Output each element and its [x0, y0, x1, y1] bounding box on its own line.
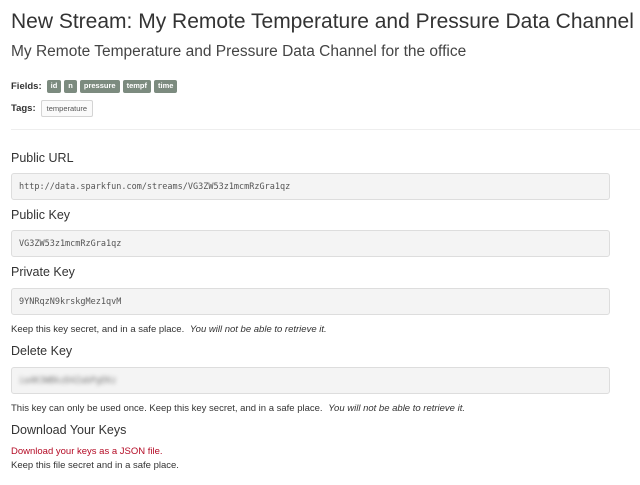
- private-key-field[interactable]: 9YNRqzN9krskgMez1qvM: [11, 288, 610, 315]
- delete-key-value: ia4K3WBkzD4ZabPgEKz: [19, 375, 117, 386]
- public-url-label: Public URL: [11, 151, 74, 165]
- private-key-warning: You will not be able to retrieve it.: [189, 324, 327, 335]
- private-key-label: Private Key: [11, 265, 75, 279]
- field-badge-pressure: pressure: [79, 80, 120, 93]
- delete-key-note: This key can only be used once. Keep thi…: [11, 403, 465, 414]
- download-keys-heading: Download Your Keys: [11, 423, 127, 437]
- delete-key-warning: You will not be able to retrieve it.: [328, 403, 465, 414]
- tag-temperature: temperature: [40, 100, 94, 117]
- public-key-label: Public Key: [11, 208, 71, 222]
- download-json-link[interactable]: Download your keys as a JSON file: [11, 446, 160, 457]
- download-link-line: Download your keys as a JSON file.: [11, 446, 163, 457]
- field-badge-tempf: tempf: [122, 80, 151, 93]
- download-note: Keep this file secret and in a safe plac…: [11, 460, 179, 471]
- fields-row: Fields: id n pressure tempf time: [11, 80, 178, 93]
- page-title: New Stream: My Remote Temperature and Pr…: [11, 10, 634, 33]
- new-stream-page: New Stream: My Remote Temperature and Pr…: [0, 0, 640, 485]
- delete-key-label: Delete Key: [11, 344, 73, 358]
- delete-key-note-text: This key can only be used once. Keep thi…: [11, 403, 323, 414]
- public-key-field[interactable]: VG3ZW53z1mcmRzGra1qz: [11, 230, 610, 257]
- field-badge-time: time: [154, 80, 178, 93]
- fields-label: Fields:: [11, 81, 42, 92]
- tags-label: Tags:: [11, 103, 36, 114]
- section-divider: [11, 129, 640, 130]
- tags-row: Tags: temperature: [11, 100, 94, 117]
- field-badge-n: n: [64, 80, 77, 93]
- stream-description: My Remote Temperature and Pressure Data …: [11, 43, 467, 60]
- delete-key-field[interactable]: ia4K3WBkzD4ZabPgEKz: [11, 367, 610, 394]
- field-badge-id: id: [46, 80, 62, 93]
- download-link-suffix: .: [159, 446, 163, 457]
- private-key-note: Keep this key secret, and in a safe plac…: [11, 324, 327, 335]
- private-key-note-text: Keep this key secret, and in a safe plac…: [11, 324, 185, 335]
- public-url-field[interactable]: http://data.sparkfun.com/streams/VG3ZW53…: [11, 173, 610, 200]
